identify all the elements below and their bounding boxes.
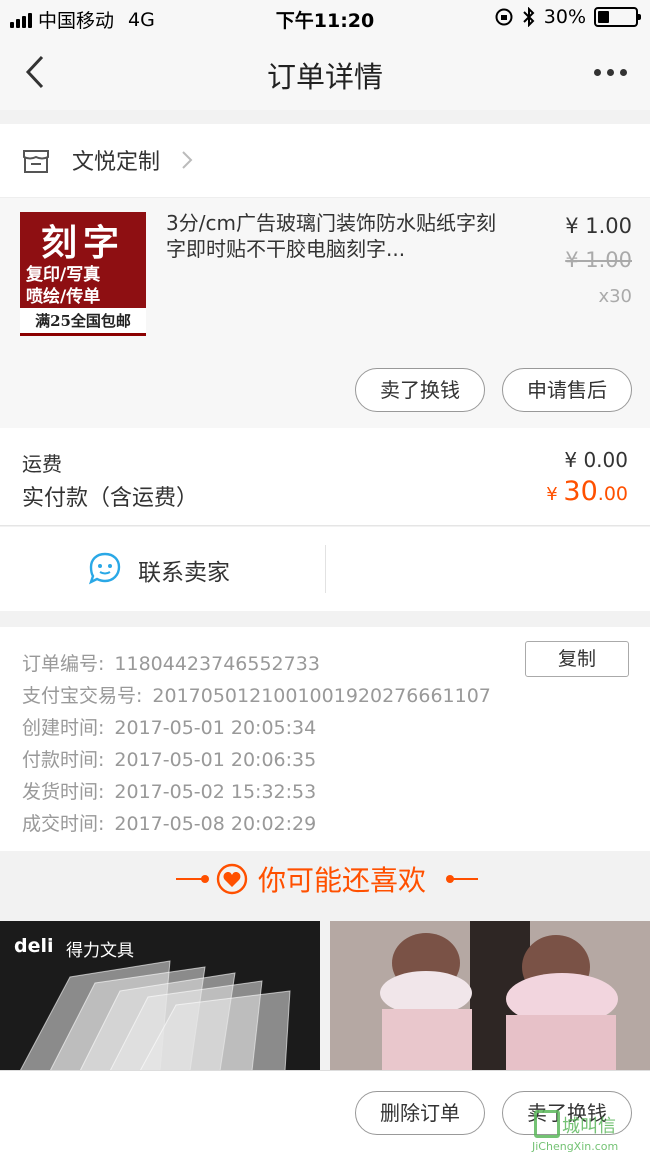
contact-section: 联系卖家 [0,527,650,611]
delete-order-button[interactable]: 删除订单 [355,1091,485,1135]
shipping-value: ¥ 0.00 [564,448,628,472]
fashion-photo-image [330,921,650,1071]
paid-time-value: 2017-05-01 20:06:35 [114,749,317,771]
status-right: 30% [494,6,641,28]
order-info-row: 发货时间: 2017-05-02 15:32:53 [22,777,316,804]
product-original-price: ¥ 1.00 [565,248,632,272]
product-thumbnail[interactable]: 刻字 复印/写真 喷绘/传单 满25全国包邮 [20,212,146,336]
after-sales-button[interactable]: 申请售后 [502,368,632,412]
watermark-mark [534,1110,560,1138]
alipay-number-value: 2017050121001001920276661107 [152,685,491,707]
orientation-lock-icon [495,8,513,26]
paid-amount: ¥ 30.00 [546,476,628,507]
divider-dot-left [201,875,209,883]
completed-time-value: 2017-05-08 20:02:29 [114,813,317,835]
status-bar: 中国移动 4G 下午11:20 30% [0,0,650,36]
shipped-time-label: 发货时间: [22,781,105,803]
paid-integer: 30 [563,476,598,507]
order-info-row: 成交时间: 2017-05-08 20:02:29 [22,809,316,836]
copy-button[interactable]: 复制 [525,641,629,677]
watermark-domain: JiChengXin.com [532,1140,619,1153]
chat-bubble-icon[interactable] [88,551,122,585]
divider-right [450,878,478,880]
totals-section: 运费 ¥ 0.00 实付款（含运费） ¥ 30.00 [0,428,650,526]
divider-left [176,878,204,880]
order-info-row: 付款时间: 2017-05-01 20:06:35 [22,745,316,772]
paid-currency: ¥ [546,484,564,505]
recommend-item[interactable] [330,921,650,1071]
product-card[interactable]: 刻字 复印/写真 喷绘/传单 满25全国包邮 3分/cm广告玻璃门装饰防水贴纸字… [0,198,650,428]
bluetooth-icon [523,7,535,27]
thumbnail-line2: 喷绘/传单 [26,287,101,307]
contact-divider [325,545,326,593]
nav-bar: 订单详情 [0,36,650,110]
shipping-label: 运费 [22,452,62,476]
created-time-value: 2017-05-01 20:05:34 [114,717,317,739]
order-info-row: 订单编号: 11804423746552733 [22,649,320,676]
battery-percent: 30% [543,6,586,28]
completed-time-label: 成交时间: [22,813,105,835]
order-number-label: 订单编号: [22,653,105,675]
shipped-time-value: 2017-05-02 15:32:53 [114,781,317,803]
order-number-value: 11804423746552733 [114,653,320,675]
product-title[interactable]: 3分/cm广告玻璃门装饰防水贴纸字刻字即时贴不干胶电脑刻字... [166,210,506,262]
order-info-row: 支付宝交易号: 2017050121001001920276661107 [22,681,491,708]
page-title: 订单详情 [266,60,383,94]
thumbnail-footer: 满25全国包邮 [35,312,131,330]
battery-fill [598,11,609,23]
sell-for-cash-button[interactable]: 卖了换钱 [355,368,485,412]
chevron-right-icon [182,151,193,169]
heart-icon [216,863,248,895]
paid-label: 实付款（含运费） [22,486,199,511]
thumbnail-headline: 刻字 [40,222,125,264]
order-info-section: 订单编号: 11804423746552733 支付宝交易号: 2017050121… [0,627,650,851]
product-price: ¥ 1.00 [565,214,632,238]
more-dots-icon[interactable] [594,62,630,82]
created-time-label: 创建时间: [22,717,105,739]
sheet-protectors-image [19,960,291,1071]
shop-row[interactable]: 文悦定制 [0,124,650,198]
watermark-text: 城叫信 [562,1116,616,1137]
contact-seller-button[interactable]: 联系卖家 [138,553,230,587]
recommend-header: 你可能还喜欢 [0,851,650,921]
product-quantity: x30 [598,286,632,307]
paid-time-label: 付款时间: [22,749,105,771]
order-info-row: 创建时间: 2017-05-01 20:05:34 [22,713,316,740]
watermark-logo: 城叫信 JiChengXin.com [526,1110,644,1156]
battery-icon [594,7,641,27]
paid-decimal: .00 [597,483,628,505]
recommend-item[interactable]: deli 得力文具 [0,921,320,1071]
store-icon [23,150,49,173]
alipay-number-label: 支付宝交易号: [22,685,143,707]
shop-name[interactable]: 文悦定制 [72,144,160,176]
recommend-title: 你可能还喜欢 [258,864,427,897]
